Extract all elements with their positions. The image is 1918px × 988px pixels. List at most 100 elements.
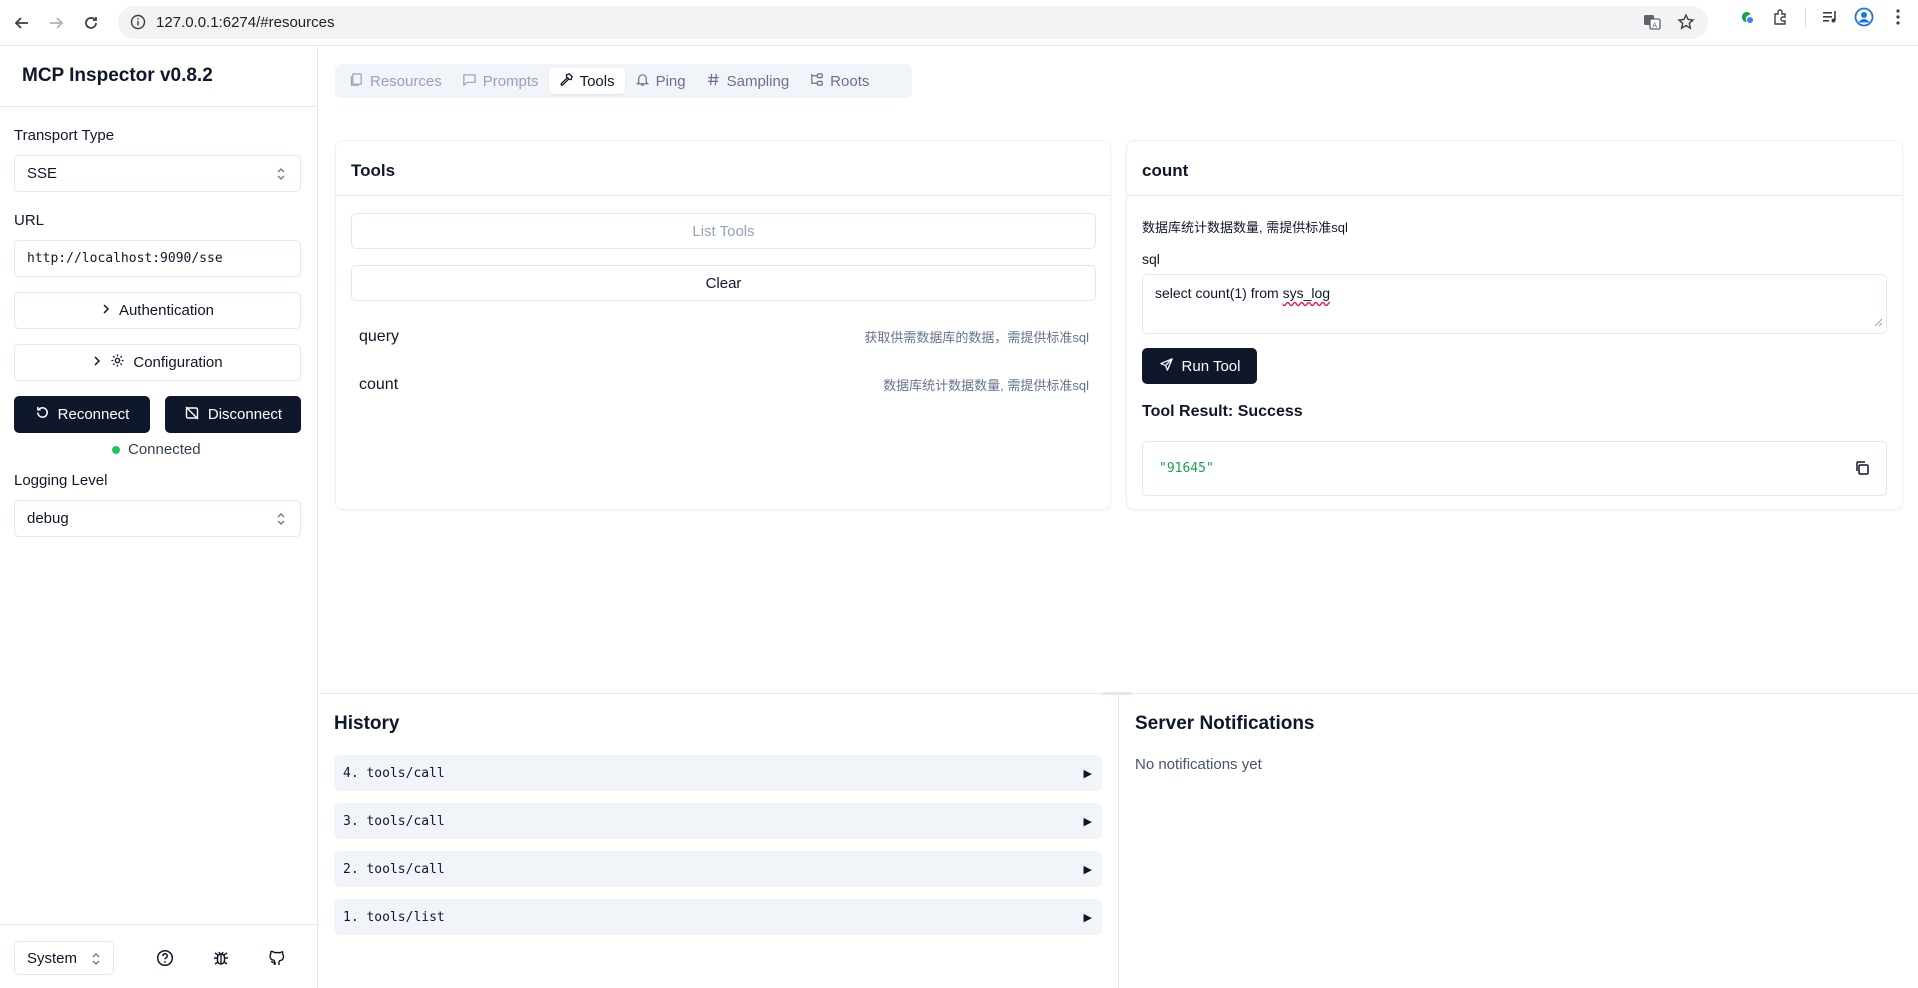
history-item[interactable]: 3. tools/call ▶ bbox=[334, 803, 1102, 839]
chevron-right-icon bbox=[92, 354, 102, 371]
configuration-button[interactable]: Configuration bbox=[14, 344, 301, 381]
back-arrow-icon[interactable] bbox=[8, 9, 36, 37]
tool-item-count[interactable]: count 数据库统计数据数量, 需提供标准sql bbox=[359, 375, 1089, 394]
history-item-label: 3. tools/call bbox=[343, 813, 445, 829]
bell-icon bbox=[635, 72, 650, 91]
expand-triangle-icon: ▶ bbox=[1083, 766, 1092, 780]
list-tools-button[interactable]: List Tools bbox=[351, 213, 1096, 249]
select-caret-icon bbox=[91, 952, 101, 966]
logging-level-label: Logging Level bbox=[14, 472, 108, 489]
sql-textarea[interactable]: select count(1) from sys_log bbox=[1142, 274, 1887, 334]
run-tool-label: Run Tool bbox=[1181, 357, 1241, 375]
github-icon[interactable] bbox=[268, 949, 286, 967]
clear-button[interactable]: Clear bbox=[351, 265, 1096, 301]
files-icon bbox=[349, 72, 364, 91]
sql-param-label: sql bbox=[1142, 251, 1160, 267]
authentication-button[interactable]: Authentication bbox=[14, 292, 301, 329]
status-text: Connected bbox=[128, 441, 201, 458]
disconnect-button[interactable]: Disconnect bbox=[165, 396, 301, 433]
tool-name: count bbox=[359, 375, 399, 393]
connection-status: Connected bbox=[112, 441, 201, 458]
tab-tools[interactable]: Tools bbox=[548, 68, 625, 94]
tool-detail-description: 数据库统计数据数量, 需提供标准sql bbox=[1142, 220, 1348, 235]
tab-label: Sampling bbox=[726, 72, 790, 90]
tab-label: Ping bbox=[655, 72, 686, 90]
send-icon bbox=[1159, 357, 1174, 376]
unplug-icon bbox=[184, 405, 200, 425]
expand-triangle-icon: ▶ bbox=[1083, 910, 1092, 924]
address-bar[interactable]: 127.0.0.1:6274/#resources A bbox=[118, 6, 1708, 39]
app-title: MCP Inspector v0.8.2 bbox=[0, 47, 317, 107]
select-caret-icon bbox=[276, 512, 286, 526]
history-item[interactable]: 4. tools/call ▶ bbox=[334, 755, 1102, 791]
tab-ping[interactable]: Ping bbox=[625, 68, 696, 94]
profile-avatar-icon[interactable] bbox=[1854, 7, 1874, 27]
history-item[interactable]: 1. tools/list ▶ bbox=[334, 899, 1102, 935]
transport-type-label: Transport Type bbox=[14, 127, 115, 144]
tool-name: query bbox=[359, 327, 400, 345]
address-url: 127.0.0.1:6274/#resources bbox=[156, 14, 335, 31]
sql-spellcheck-word: sys_log bbox=[1282, 285, 1331, 301]
tab-prompts[interactable]: Prompts bbox=[452, 68, 549, 94]
tab-label: Roots bbox=[830, 72, 870, 90]
disconnect-label: Disconnect bbox=[207, 406, 283, 423]
bookmark-star-icon[interactable] bbox=[1676, 12, 1696, 32]
pane-divider bbox=[1118, 694, 1119, 988]
browser-menu-icon[interactable] bbox=[1888, 7, 1908, 27]
history-item[interactable]: 2. tools/call ▶ bbox=[334, 851, 1102, 887]
transport-type-value: SSE bbox=[27, 165, 58, 182]
tab-roots[interactable]: Roots bbox=[799, 68, 879, 94]
url-input[interactable]: http://localhost:9090/sse bbox=[14, 240, 301, 277]
logging-level-value: debug bbox=[27, 510, 69, 527]
history-title: History bbox=[334, 713, 400, 734]
history-item-label: 1. tools/list bbox=[343, 909, 445, 925]
run-tool-button[interactable]: Run Tool bbox=[1142, 348, 1257, 384]
forward-arrow-icon[interactable] bbox=[42, 9, 70, 37]
tool-result-value: "91645" bbox=[1159, 461, 1214, 476]
copy-icon[interactable] bbox=[1854, 460, 1872, 478]
chevron-right-icon bbox=[101, 302, 111, 319]
tab-label: Prompts bbox=[482, 72, 539, 90]
rotate-ccw-icon bbox=[35, 405, 50, 424]
resize-grip[interactable] bbox=[1102, 692, 1132, 695]
folder-tree-icon bbox=[809, 72, 824, 91]
bug-icon[interactable] bbox=[212, 949, 230, 967]
tool-item-query[interactable]: query 获取供需数据库的数据，需提供标准sql bbox=[359, 327, 1089, 346]
reconnect-button[interactable]: Reconnect bbox=[14, 396, 150, 433]
status-dot bbox=[112, 445, 120, 454]
media-controls-icon[interactable] bbox=[1820, 7, 1840, 27]
toolbar-divider bbox=[1805, 7, 1806, 27]
extension-app-icon[interactable] bbox=[1737, 7, 1757, 27]
site-info-icon[interactable] bbox=[130, 14, 146, 35]
tool-result-box: "91645" bbox=[1142, 441, 1887, 496]
transport-type-select[interactable]: SSE bbox=[14, 155, 301, 192]
tab-label: Tools bbox=[579, 72, 615, 90]
tab-label: Resources bbox=[370, 72, 442, 90]
tab-resources[interactable]: Resources bbox=[339, 68, 452, 94]
extensions-puzzle-icon[interactable] bbox=[1771, 7, 1791, 27]
theme-select[interactable]: System bbox=[14, 941, 114, 975]
message-square-icon bbox=[462, 72, 477, 91]
server-notifications-title: Server Notifications bbox=[1135, 713, 1315, 734]
tool-detail-title: count bbox=[1127, 141, 1902, 196]
translate-icon[interactable]: A bbox=[1642, 12, 1662, 32]
tool-description: 获取供需数据库的数据，需提供标准sql bbox=[864, 330, 1089, 345]
history-item-label: 4. tools/call bbox=[343, 765, 445, 781]
tool-detail-card: count 数据库统计数据数量, 需提供标准sql sql select cou… bbox=[1126, 140, 1903, 510]
browser-toolbar: 127.0.0.1:6274/#resources A bbox=[0, 0, 1918, 46]
logging-level-select[interactable]: debug bbox=[14, 500, 301, 537]
select-caret-icon bbox=[276, 167, 286, 181]
reload-icon[interactable] bbox=[77, 9, 105, 37]
configuration-label: Configuration bbox=[133, 354, 223, 371]
tab-sampling[interactable]: Sampling bbox=[696, 68, 800, 94]
tool-result-title: Tool Result: Success bbox=[1142, 403, 1303, 420]
sql-text: select count(1) from bbox=[1155, 285, 1283, 301]
theme-value: System bbox=[27, 949, 78, 967]
history-item-label: 2. tools/call bbox=[343, 861, 445, 877]
help-circle-icon[interactable] bbox=[156, 949, 174, 967]
bottom-panel: History 4. tools/call ▶ 3. tools/call ▶ … bbox=[319, 692, 1918, 988]
tool-description: 数据库统计数据数量, 需提供标准sql bbox=[883, 378, 1089, 393]
hash-icon bbox=[706, 72, 721, 91]
resize-handle-icon[interactable] bbox=[1874, 314, 1883, 330]
tools-card-title: Tools bbox=[336, 141, 1110, 196]
